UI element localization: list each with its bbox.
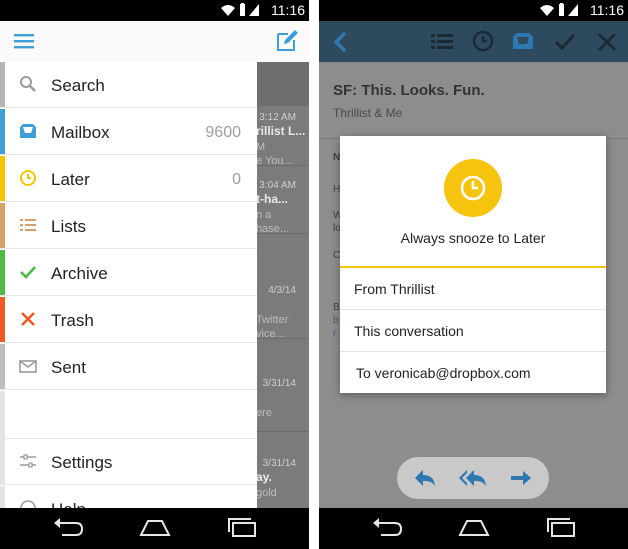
status-time: 11:16 (271, 2, 305, 18)
message-participants: Thrillist & Me (333, 106, 403, 120)
drawer-item-label: Archive (51, 264, 108, 283)
clock-icon[interactable] (472, 30, 494, 57)
phone-left: 11:16 3:12 AM rillist L... M e You... 3:… (0, 0, 309, 549)
battery-icon (559, 4, 564, 16)
check-icon[interactable] (554, 32, 576, 57)
recents-nav-icon[interactable] (545, 516, 577, 543)
dialog-header: Always snooze to Later (340, 136, 606, 268)
later-count: 0 (232, 171, 241, 188)
navigation-drawer: Search Mailbox 9600 Later 0 Lists Archiv… (0, 62, 257, 508)
drawer-item-trash[interactable]: Trash (0, 297, 257, 343)
mailbox-icon (19, 122, 37, 140)
drawer-item-lists[interactable]: Lists (0, 203, 257, 249)
message-body-peek: b (333, 315, 339, 326)
screenshot-root: 11:16 3:12 AM rillist L... M e You... 3:… (0, 0, 628, 549)
drawer-item-label: Search (51, 76, 105, 95)
list-item[interactable]: 3/31/14 ere (256, 372, 309, 432)
search-icon (19, 75, 37, 93)
option-from-thrillist[interactable]: From Thrillist (340, 268, 606, 310)
status-icons (220, 3, 260, 22)
drawer-spacer (0, 391, 257, 439)
message-view: SF: This. Looks. Fun. Thrillist & Me N H… (319, 62, 628, 508)
list-item[interactable]: 3:12 AM rillist L... M e You... (256, 106, 309, 167)
phone-right: 11:16 SF: This. Looks. Fun. Thrillist & … (319, 0, 628, 549)
wifi-icon (221, 5, 235, 16)
drawer-item-label: Later (51, 170, 90, 189)
menu-icon[interactable] (14, 33, 34, 54)
reply-all-icon[interactable] (458, 467, 488, 494)
drawer-item-search[interactable]: Search (0, 62, 257, 108)
list-item[interactable]: 3/31/14 ay. gold (256, 452, 309, 508)
battery-icon (240, 4, 245, 16)
recents-nav-icon[interactable] (226, 516, 258, 543)
drawer-item-later[interactable]: Later 0 (0, 156, 257, 202)
message-toolbar (319, 21, 628, 62)
back-arrow-icon[interactable] (333, 31, 347, 58)
reply-icon[interactable] (413, 467, 437, 494)
list-icon[interactable] (431, 33, 453, 56)
message-subject: SF: This. Looks. Fun. (333, 82, 485, 99)
clock-icon (19, 169, 37, 187)
drawer-item-label: Settings (51, 453, 113, 472)
clock-icon (444, 159, 502, 217)
system-nav-bar (319, 508, 628, 549)
option-to-recipient[interactable]: To veronicab@dropbox.com (340, 352, 606, 394)
list-item[interactable]: 4/3/14 Twitter vice... (256, 279, 309, 340)
back-nav-icon[interactable] (52, 516, 84, 543)
drawer-item-label: Sent (51, 358, 86, 377)
home-nav-icon[interactable] (457, 516, 491, 543)
envelope-icon (19, 357, 37, 375)
app-toolbar (0, 21, 309, 62)
reply-actions-pill (397, 457, 549, 499)
dialog-title: Always snooze to Later (400, 230, 546, 246)
snooze-dialog: Always snooze to Later From Thrillist Th… (340, 136, 606, 393)
help-icon (19, 499, 37, 508)
status-icons (539, 3, 579, 22)
option-this-conversation[interactable]: This conversation (340, 310, 606, 352)
mailbox-icon[interactable] (512, 31, 534, 56)
compose-icon[interactable] (275, 29, 299, 58)
drawer-item-label: Help (51, 500, 86, 508)
home-nav-icon[interactable] (138, 516, 172, 543)
drawer-item-archive[interactable]: Archive (0, 250, 257, 296)
signal-icon (568, 4, 578, 16)
message-body-peek: r (333, 328, 337, 339)
wifi-icon (540, 5, 554, 16)
system-nav-bar (0, 508, 309, 549)
message-body-peek: B (333, 302, 340, 313)
drawer-item-label: Trash (51, 311, 94, 330)
drawer-item-mailbox[interactable]: Mailbox 9600 (0, 109, 257, 155)
drawer-item-label: Mailbox (51, 123, 110, 142)
sliders-icon (19, 452, 37, 470)
drawer-color-bar (0, 62, 5, 107)
status-bar: 11:16 (0, 0, 309, 21)
list-item[interactable]: 3:04 AM t-ha... n a hase... (256, 174, 309, 235)
x-icon (19, 310, 37, 328)
drawer-item-label: Lists (51, 217, 86, 236)
status-time: 11:16 (590, 2, 624, 18)
background-message-list: 3:12 AM rillist L... M e You... 3:04 AM … (256, 62, 309, 508)
drawer-item-sent[interactable]: Sent (0, 344, 257, 390)
list-icon (19, 216, 37, 234)
forward-icon[interactable] (509, 467, 533, 494)
close-icon[interactable] (597, 32, 617, 57)
status-bar: 11:16 (319, 0, 628, 21)
check-icon (19, 263, 37, 281)
mailbox-count: 9600 (205, 124, 241, 141)
signal-icon (249, 4, 259, 16)
drawer-item-help[interactable]: Help (0, 486, 257, 508)
back-nav-icon[interactable] (371, 516, 403, 543)
drawer-item-settings[interactable]: Settings (0, 439, 257, 485)
